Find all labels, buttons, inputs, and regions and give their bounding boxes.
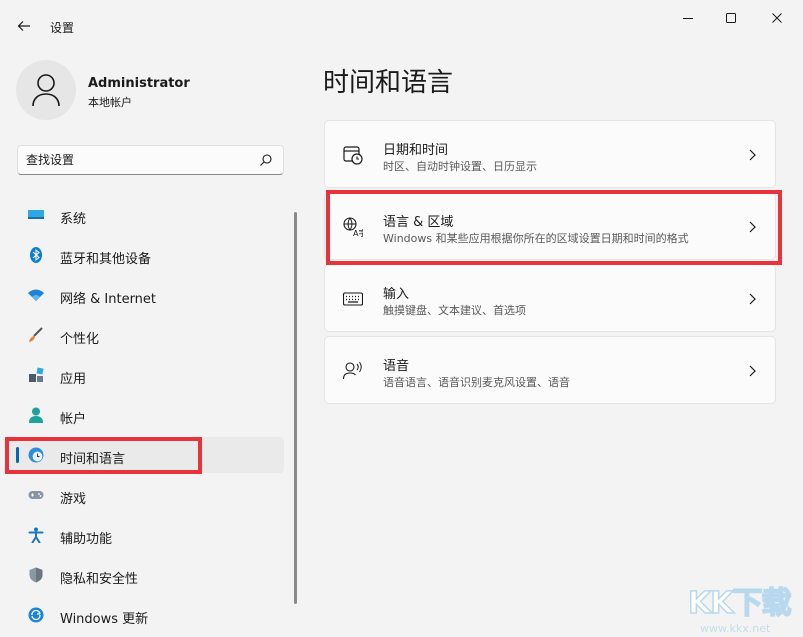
sidebar-item-system[interactable]: 系统: [8, 197, 284, 233]
page-title: 时间和语言: [323, 68, 454, 98]
sidebar-item-windows-update[interactable]: Windows 更新: [8, 597, 284, 633]
sidebar-item-label: 系统: [60, 212, 87, 227]
settings-window: 设置 Administrator 本地帐户 查找设置 系统 蓝牙和其他设备 网络…: [0, 0, 803, 637]
calendar-clock-icon: [343, 146, 363, 165]
sidebar-item-personalization[interactable]: 个性化: [8, 317, 284, 353]
speech-icon: [343, 361, 362, 380]
watermark-logo: KK下载: [687, 585, 792, 622]
back-button[interactable]: [12, 14, 36, 38]
sidebar-item-label: 帐户: [60, 412, 87, 427]
card-description: 触摸键盘、文本建议、首选项: [383, 304, 526, 317]
update-icon: [28, 607, 44, 623]
apps-icon: [29, 367, 44, 382]
close-icon: [772, 13, 782, 23]
highlight-box-nav: [5, 437, 202, 474]
bluetooth-icon: [30, 247, 42, 263]
avatar[interactable]: [16, 60, 76, 120]
sidebar-item-label: 应用: [60, 372, 87, 387]
gamepad-icon: [28, 491, 44, 499]
search-input[interactable]: [26, 151, 246, 169]
sidebar-item-label: 游戏: [60, 492, 87, 507]
watermark-url: www.kkx.net: [700, 622, 771, 635]
minimize-icon: [683, 18, 693, 19]
chevron-right-icon: [749, 365, 756, 377]
card-date-time[interactable]: 日期和时间 时区、自动时钟设置、日历显示: [324, 120, 776, 188]
card-description: 语音语言、语音识别麦克风设置、语音: [383, 376, 570, 389]
sidebar-item-label: 个性化: [60, 332, 100, 347]
sidebar-item-accounts[interactable]: 帐户: [8, 397, 284, 433]
highlight-box-card: [326, 190, 782, 265]
account-type: 本地帐户: [88, 96, 132, 109]
sidebar-item-accessibility[interactable]: 辅助功能: [8, 517, 284, 553]
sidebar-item-privacy[interactable]: 隐私和安全性: [8, 557, 284, 593]
person-avatar-icon: [32, 74, 60, 107]
shield-icon: [29, 567, 43, 583]
monitor-icon: [28, 210, 44, 219]
card-description: 时区、自动时钟设置、日历显示: [383, 160, 537, 173]
sidebar-item-label: 辅助功能: [60, 532, 113, 547]
card-title: 语音: [383, 359, 410, 374]
sidebar-item-label: Windows 更新: [60, 612, 149, 627]
user-name: Administrator: [88, 76, 190, 91]
maximize-button[interactable]: [719, 8, 743, 28]
person-icon: [29, 407, 43, 423]
sidebar-item-apps[interactable]: 应用: [8, 357, 284, 393]
arrow-left-icon: [17, 21, 30, 31]
chevron-right-icon: [749, 149, 756, 161]
sidebar-item-bluetooth[interactable]: 蓝牙和其他设备: [8, 237, 284, 273]
sidebar-item-network[interactable]: 网络 & Internet: [8, 277, 284, 313]
card-title: 输入: [383, 287, 410, 302]
sidebar-item-label: 隐私和安全性: [60, 572, 139, 587]
wifi-icon: [28, 289, 44, 301]
card-title: 日期和时间: [383, 143, 449, 158]
sidebar-item-label: 蓝牙和其他设备: [60, 252, 152, 267]
title-bar: 设置: [0, 0, 803, 40]
chevron-right-icon: [749, 293, 756, 305]
sidebar-item-gaming[interactable]: 游戏: [8, 477, 284, 513]
sidebar-item-label: 网络 & Internet: [60, 292, 157, 307]
close-button[interactable]: [765, 8, 789, 28]
paintbrush-icon: [29, 327, 43, 342]
app-title: 设置: [50, 21, 75, 35]
maximize-icon: [726, 13, 736, 23]
sidebar-scrollbar[interactable]: [294, 212, 297, 604]
card-speech[interactable]: 语音 语音语言、语音识别麦克风设置、语音: [324, 336, 776, 404]
card-typing[interactable]: 输入 触摸键盘、文本建议、首选项: [324, 264, 776, 332]
watermark: KK下载 www.kkx.net: [687, 578, 798, 635]
search-icon[interactable]: [259, 153, 273, 167]
keyboard-icon: [343, 292, 363, 306]
minimize-button[interactable]: [676, 8, 700, 28]
accessibility-icon: [28, 527, 44, 543]
search-box[interactable]: [17, 145, 284, 175]
